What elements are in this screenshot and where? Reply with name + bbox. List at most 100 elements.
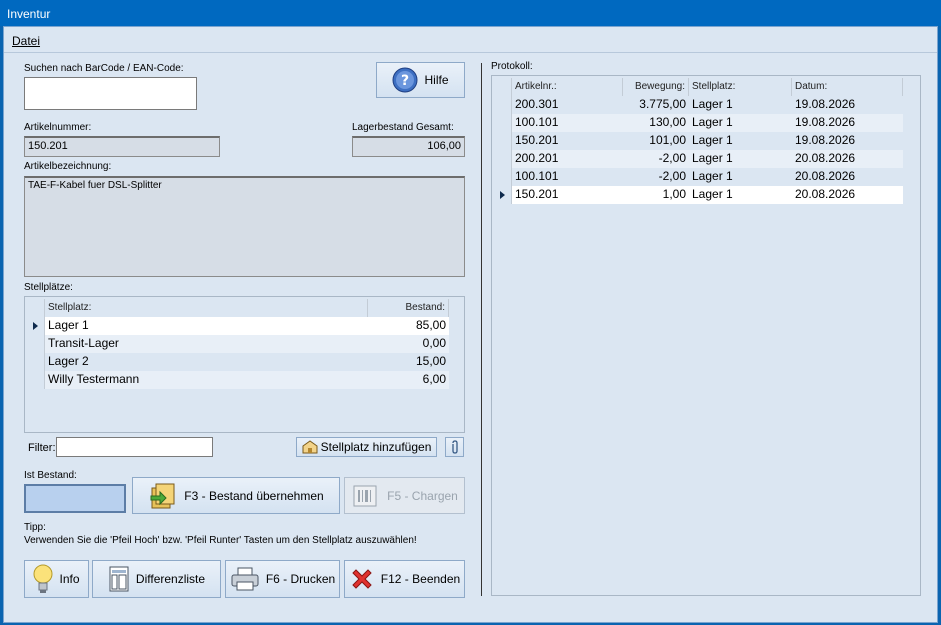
total-stock-field: 106,00 xyxy=(352,136,465,157)
row-selector xyxy=(492,96,512,114)
add-location-label: Stellplatz hinzufügen xyxy=(320,440,432,454)
close-icon xyxy=(352,569,372,589)
protocol-movement: 130,00 xyxy=(623,114,689,132)
info-button[interactable]: Info xyxy=(24,560,89,598)
location-name: Willy Testermann xyxy=(45,371,368,389)
total-stock-label: Lagerbestand Gesamt: xyxy=(352,122,454,133)
protocol-location: Lager 1 xyxy=(692,133,733,147)
difference-list-button[interactable]: Differenzliste xyxy=(92,560,221,598)
column-header-article[interactable]: Artikelnr.: xyxy=(512,78,623,96)
article-description-label: Artikelbezeichnung: xyxy=(24,161,112,172)
add-location-icon xyxy=(302,440,318,454)
row-selector xyxy=(492,114,512,132)
row-header-cell xyxy=(492,78,512,96)
protocol-location: Lager 1 xyxy=(689,186,792,204)
protocol-movement: -2,00 xyxy=(623,150,689,168)
column-header-place[interactable]: Stellplatz: xyxy=(45,299,368,317)
menu-bar: Datei xyxy=(4,31,937,51)
column-header-date[interactable]: Datum: xyxy=(792,78,903,96)
add-location-button[interactable]: Stellplatz hinzufügen xyxy=(296,437,437,457)
protocol-date: 20.08.2026 xyxy=(792,150,903,168)
help-icon: ? xyxy=(392,67,418,93)
table-row[interactable]: 150.201 101,00 Lager 1 19.08.2026 xyxy=(492,132,903,150)
row-selector xyxy=(25,371,45,389)
main-window: Datei Suchen nach BarCode / EAN-Code: ? … xyxy=(3,26,938,623)
column-header-stock[interactable]: Bestand: xyxy=(368,299,449,317)
protocol-location: Lager 1 xyxy=(692,97,733,111)
protocol-table-header: Artikelnr.: Bewegung: Stellplatz: Datum: xyxy=(492,78,903,96)
protocol-location: Lager 1 xyxy=(689,150,792,168)
protocol-location: Lager 1 xyxy=(692,169,733,183)
difference-list-label: Differenzliste xyxy=(135,572,206,586)
batches-label: F5 - Chargen xyxy=(387,488,458,503)
row-selector xyxy=(492,150,512,168)
column-header-movement[interactable]: Bewegung: xyxy=(623,78,689,96)
attach-button[interactable] xyxy=(445,437,464,457)
protocol-date: 19.08.2026 xyxy=(792,114,903,132)
protocol-table: Artikelnr.: Bewegung: Stellplatz: Datum:… xyxy=(491,75,921,596)
row-selector xyxy=(25,335,45,353)
take-stock-label: F3 - Bestand übernehmen xyxy=(184,488,324,503)
protocol-article: 100.101 xyxy=(512,114,623,132)
table-row[interactable]: Lager 2 15,00 xyxy=(25,353,449,371)
protocol-article: 200.201 xyxy=(512,150,623,168)
menu-datei[interactable]: Datei xyxy=(12,34,40,48)
protocol-movement: 101,00 xyxy=(649,133,686,147)
column-header-location[interactable]: Stellplatz: xyxy=(689,78,792,96)
row-selector xyxy=(25,317,45,335)
protocol-date: 19.08.2026 xyxy=(795,133,856,147)
filter-label: Filter: xyxy=(28,442,56,454)
protocol-article: 200.301 xyxy=(515,97,559,111)
panel-separator xyxy=(481,63,482,596)
table-row[interactable]: Transit-Lager 0,00 xyxy=(25,335,449,353)
list-document-icon xyxy=(109,566,129,592)
take-stock-button[interactable]: F3 - Bestand übernehmen xyxy=(132,477,340,514)
print-button[interactable]: F6 - Drucken xyxy=(225,560,340,598)
row-selector xyxy=(492,132,512,150)
info-label: Info xyxy=(59,572,80,586)
svg-text:?: ? xyxy=(401,73,409,89)
location-name: Lager 1 xyxy=(45,317,368,335)
protocol-article: 150.201 xyxy=(515,133,559,147)
filter-input[interactable] xyxy=(56,437,213,457)
location-name: Transit-Lager xyxy=(45,335,368,353)
help-button[interactable]: ? Hilfe xyxy=(376,62,465,98)
row-selector xyxy=(492,186,512,204)
protocol-article: 150.201 xyxy=(512,186,623,204)
help-button-label: Hilfe xyxy=(424,73,449,87)
row-header-cell xyxy=(25,299,45,317)
tip-label: Tipp: xyxy=(24,522,46,533)
locations-label: Stellplätze: xyxy=(24,282,73,293)
table-row[interactable]: 100.101 130,00 Lager 1 19.08.2026 xyxy=(492,114,903,132)
search-label: Suchen nach BarCode / EAN-Code: xyxy=(24,63,184,74)
current-row-arrow-icon xyxy=(33,322,38,330)
protocol-movement: 3.775,00 xyxy=(639,97,686,111)
location-stock: 0,00 xyxy=(368,335,449,353)
print-label: F6 - Drucken xyxy=(265,572,336,586)
location-name: Lager 2 xyxy=(48,354,89,368)
table-row[interactable]: 200.201 -2,00 Lager 1 20.08.2026 xyxy=(492,150,903,168)
batches-button[interactable]: F5 - Chargen xyxy=(344,477,465,514)
table-row[interactable]: Lager 1 85,00 xyxy=(25,317,449,335)
quit-button[interactable]: F12 - Beenden xyxy=(344,560,465,598)
table-row[interactable]: 150.201 1,00 Lager 1 20.08.2026 xyxy=(492,186,903,204)
actual-stock-input[interactable] xyxy=(24,484,126,513)
location-stock: 15,00 xyxy=(415,354,446,368)
menu-separator xyxy=(4,52,937,53)
batches-icon xyxy=(353,485,377,506)
article-description-field: TAE-F-Kabel fuer DSL-Splitter xyxy=(24,176,465,277)
printer-icon xyxy=(231,567,259,591)
protocol-movement: 1,00 xyxy=(623,186,689,204)
table-row[interactable]: 100.101 -2,00 Lager 1 20.08.2026 xyxy=(492,168,903,186)
protocol-date: 19.08.2026 xyxy=(795,97,856,111)
table-row[interactable]: 200.301 3.775,00 Lager 1 19.08.2026 xyxy=(492,96,903,114)
protocol-article: 100.101 xyxy=(515,169,559,183)
table-row[interactable]: Willy Testermann 6,00 xyxy=(25,371,449,389)
quit-label: F12 - Beenden xyxy=(380,572,461,586)
take-stock-icon xyxy=(150,483,175,508)
tip-text: Verwenden Sie die 'Pfeil Hoch' bzw. 'Pfe… xyxy=(24,535,417,546)
barcode-search-input[interactable] xyxy=(24,77,197,110)
protocol-location: Lager 1 xyxy=(689,114,792,132)
article-number-label: Artikelnummer: xyxy=(24,122,92,133)
location-stock: 6,00 xyxy=(368,371,449,389)
